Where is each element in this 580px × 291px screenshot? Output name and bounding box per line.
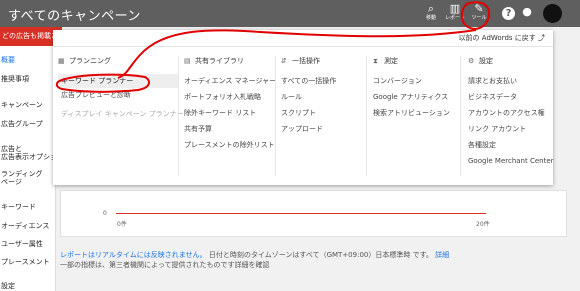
- settings-heading-text: 設定: [479, 57, 493, 65]
- top-bar: すべてのキャンペーン ⌕ 移動 ▥ レポート ✎ ツール ? ●: [0, 0, 580, 27]
- nav-item-overview[interactable]: 概要: [0, 56, 56, 65]
- nav-item-demographics[interactable]: ユーザー属性: [0, 240, 56, 249]
- chart-x-start-label: 0件: [117, 221, 127, 228]
- column-bulk-actions: ⇵ 一括操作 すべての一括操作 ルール スクリプト アップロード: [281, 56, 366, 136]
- column-settings: ⚙ 設定 請求とお支払い ビジネスデータ アカウントのアクセス権 リンク アカウン…: [468, 56, 554, 168]
- menu-item-google-analytics[interactable]: Google アナリティクス: [373, 90, 458, 104]
- nav-item-recommendations[interactable]: 推奨事項: [0, 75, 56, 84]
- menu-item-search-attribution[interactable]: 検索アトリビューション: [373, 106, 458, 120]
- menu-item-negative-keywords[interactable]: 除外キーワード リスト: [184, 106, 279, 120]
- chart-x-end-label: 20件: [476, 221, 490, 228]
- menu-item-shared-budgets[interactable]: 共有予算: [184, 122, 279, 136]
- menu-item-ad-preview[interactable]: 広告プレビューと診断: [58, 88, 178, 102]
- search-icon: ⌕: [427, 2, 435, 15]
- menu-item-rules[interactable]: ルール: [281, 90, 366, 104]
- third-party-text: 一部の指標は、第三者機関によって提供されたものです詳細を確認: [60, 261, 270, 269]
- column-divider: [275, 56, 276, 176]
- menu-item-scripts[interactable]: スクリプト: [281, 106, 366, 120]
- column-heading-planning: ▦ プランニング: [58, 56, 178, 67]
- menu-item-portfolio-bidding[interactable]: ポートフォリオ入札戦略: [184, 90, 279, 104]
- column-measurement: ⧗ 測定 コンバージョン Google アナリティクス 検索アトリビューション: [373, 56, 458, 120]
- column-heading-bulk-actions: ⇵ 一括操作: [281, 56, 366, 67]
- reports-icon: ▥: [449, 2, 461, 15]
- nav-item-placements[interactable]: プレースメント: [0, 258, 56, 267]
- column-heading-settings: ⚙ 設定: [468, 56, 553, 67]
- menu-item-uploads[interactable]: アップロード: [281, 122, 366, 136]
- bulk-actions-icon: ⇵: [281, 57, 287, 65]
- menu-item-billing[interactable]: 請求とお支払い: [468, 74, 553, 88]
- menu-item-preferences[interactable]: 各種設定: [468, 138, 553, 152]
- column-heading-shared-library: ▤ 共有ライブラリ: [184, 56, 279, 67]
- planning-heading-text: プランニング: [69, 57, 111, 65]
- revert-old-adwords-link[interactable]: 以前の AdWords に戻す ⤴: [459, 33, 545, 43]
- column-divider: [366, 56, 367, 176]
- chart-zero-label: 0: [103, 210, 107, 217]
- chart-series-line: [116, 213, 486, 214]
- measurement-icon: ⧗: [373, 57, 378, 65]
- menu-item-display-planner: ディスプレイ キャンペーン プランナー: [61, 110, 184, 118]
- calendar-icon: ▦: [58, 57, 65, 65]
- library-icon: ▤: [184, 57, 191, 65]
- notifications-icon[interactable]: ●: [520, 5, 534, 21]
- tools-label: ツール: [471, 15, 487, 21]
- shared-library-heading-text: 共有ライブラリ: [195, 57, 244, 65]
- menu-item-conversions[interactable]: コンバージョン: [373, 74, 458, 88]
- realtime-note-link[interactable]: レポートはリアルタイムには反映されません。: [60, 251, 207, 259]
- tools-button[interactable]: ✎ ツール: [468, 3, 490, 27]
- menu-item-placement-exclusions[interactable]: プレースメントの除外リスト: [184, 138, 279, 152]
- external-link-icon: ⤴: [538, 34, 545, 42]
- search-nav-button[interactable]: ⌕ 移動: [420, 3, 442, 27]
- page-title: すべてのキャンペーン: [8, 9, 141, 24]
- column-divider: [178, 56, 179, 176]
- menu-item-business-data[interactable]: ビジネスデータ: [468, 90, 553, 104]
- footer-note: レポートはリアルタイムには反映されません。 日付と時刻のタイムゾーンはすべて（G…: [60, 250, 570, 270]
- nav-item-campaigns[interactable]: キャンペーン: [0, 101, 56, 110]
- details-link[interactable]: 詳細: [435, 251, 449, 259]
- menu-item-keyword-planner[interactable]: キーワード プランナー: [58, 74, 178, 88]
- menu-item-linked-accounts[interactable]: リンク アカウント: [468, 122, 553, 136]
- nav-item-landing-page[interactable]: ページ: [0, 178, 56, 187]
- settings-icon: ⚙: [468, 57, 475, 65]
- column-heading-measurement: ⧗ 測定: [373, 56, 458, 67]
- nav-item-keywords[interactable]: キーワード: [0, 203, 56, 212]
- column-divider: [460, 56, 461, 176]
- menu-item-all-bulk-actions[interactable]: すべての一括操作: [281, 74, 366, 88]
- menu-item-account-access[interactable]: アカウントのアクセス権: [468, 106, 553, 120]
- search-nav-label: 移動: [425, 15, 436, 21]
- nav-item-audiences[interactable]: オーディエンス: [0, 222, 56, 231]
- revert-old-adwords-label: 以前の AdWords に戻す: [458, 34, 536, 42]
- nav-item-ad-groups[interactable]: 広告グループ: [0, 120, 56, 129]
- column-planning: ▦ プランニング キーワード プランナー 広告プレビューと診断 ディスプレイ キャ…: [58, 56, 184, 121]
- tools-icon: ✎: [474, 2, 484, 15]
- reports-label: レポート: [444, 15, 465, 21]
- column-shared-library: ▤ 共有ライブラリ オーディエンス マネージャー ポートフォリオ入札戦略 除外キー…: [184, 56, 279, 152]
- bulk-actions-heading-text: 一括操作: [292, 57, 320, 65]
- nav-item-ad-extensions[interactable]: 広告表示オプション: [0, 153, 64, 162]
- tools-dropdown-panel: 以前の AdWords に戻す ⤴ ▦ プランニング キーワード プランナー 広告…: [53, 30, 554, 185]
- panel-header: 以前の AdWords に戻す ⤴: [53, 30, 553, 47]
- menu-item-audience-manager[interactable]: オーディエンス マネージャー: [184, 74, 279, 88]
- timezone-text: 日付と時刻のタイムゾーンはすべて（GMT+09:00）日本標準時 です。: [208, 251, 433, 259]
- nav-item-settings[interactable]: 設定: [0, 282, 56, 291]
- reports-button[interactable]: ▥ レポート: [444, 3, 466, 27]
- avatar[interactable]: [543, 4, 562, 23]
- menu-item-merchant-center[interactable]: Google Merchant Center: [468, 154, 554, 168]
- help-icon[interactable]: ?: [502, 7, 515, 20]
- measurement-heading-text: 測定: [384, 57, 398, 65]
